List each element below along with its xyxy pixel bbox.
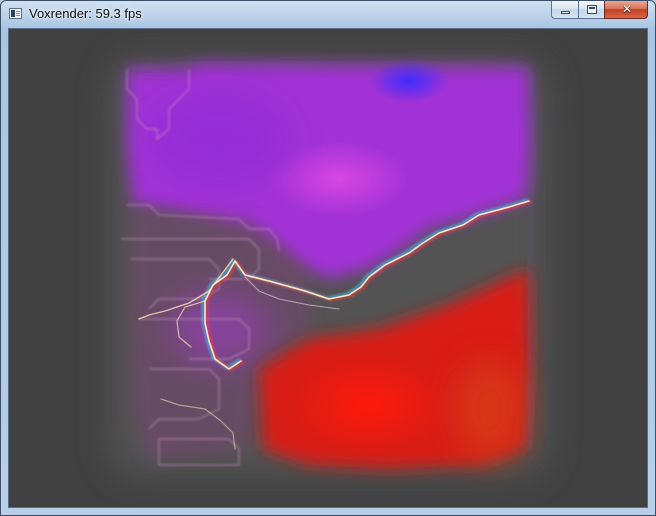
close-icon: ✕ [621, 2, 633, 16]
caption-buttons: ✕ [551, 1, 648, 20]
volume-blue-highlight [369, 59, 449, 103]
volume-magenta-highlight [269, 141, 409, 217]
application-window-icon[interactable] [9, 8, 22, 19]
render-viewport[interactable] [8, 28, 648, 508]
close-button[interactable]: ✕ [604, 1, 648, 19]
minimize-button[interactable] [551, 1, 578, 19]
volume-red-highlight [289, 355, 449, 455]
window-title: Voxrender: 59.3 fps [29, 6, 142, 21]
maximize-button[interactable] [578, 1, 604, 19]
volume-purple-core [169, 293, 269, 365]
title-bar[interactable]: Voxrender: 59.3 fps ✕ [1, 1, 655, 27]
maximize-icon [587, 5, 597, 14]
minimize-icon [561, 11, 570, 14]
volume-orange-glow [453, 359, 525, 459]
volume-render [109, 57, 549, 477]
app-window: Voxrender: 59.3 fps ✕ [0, 0, 656, 516]
